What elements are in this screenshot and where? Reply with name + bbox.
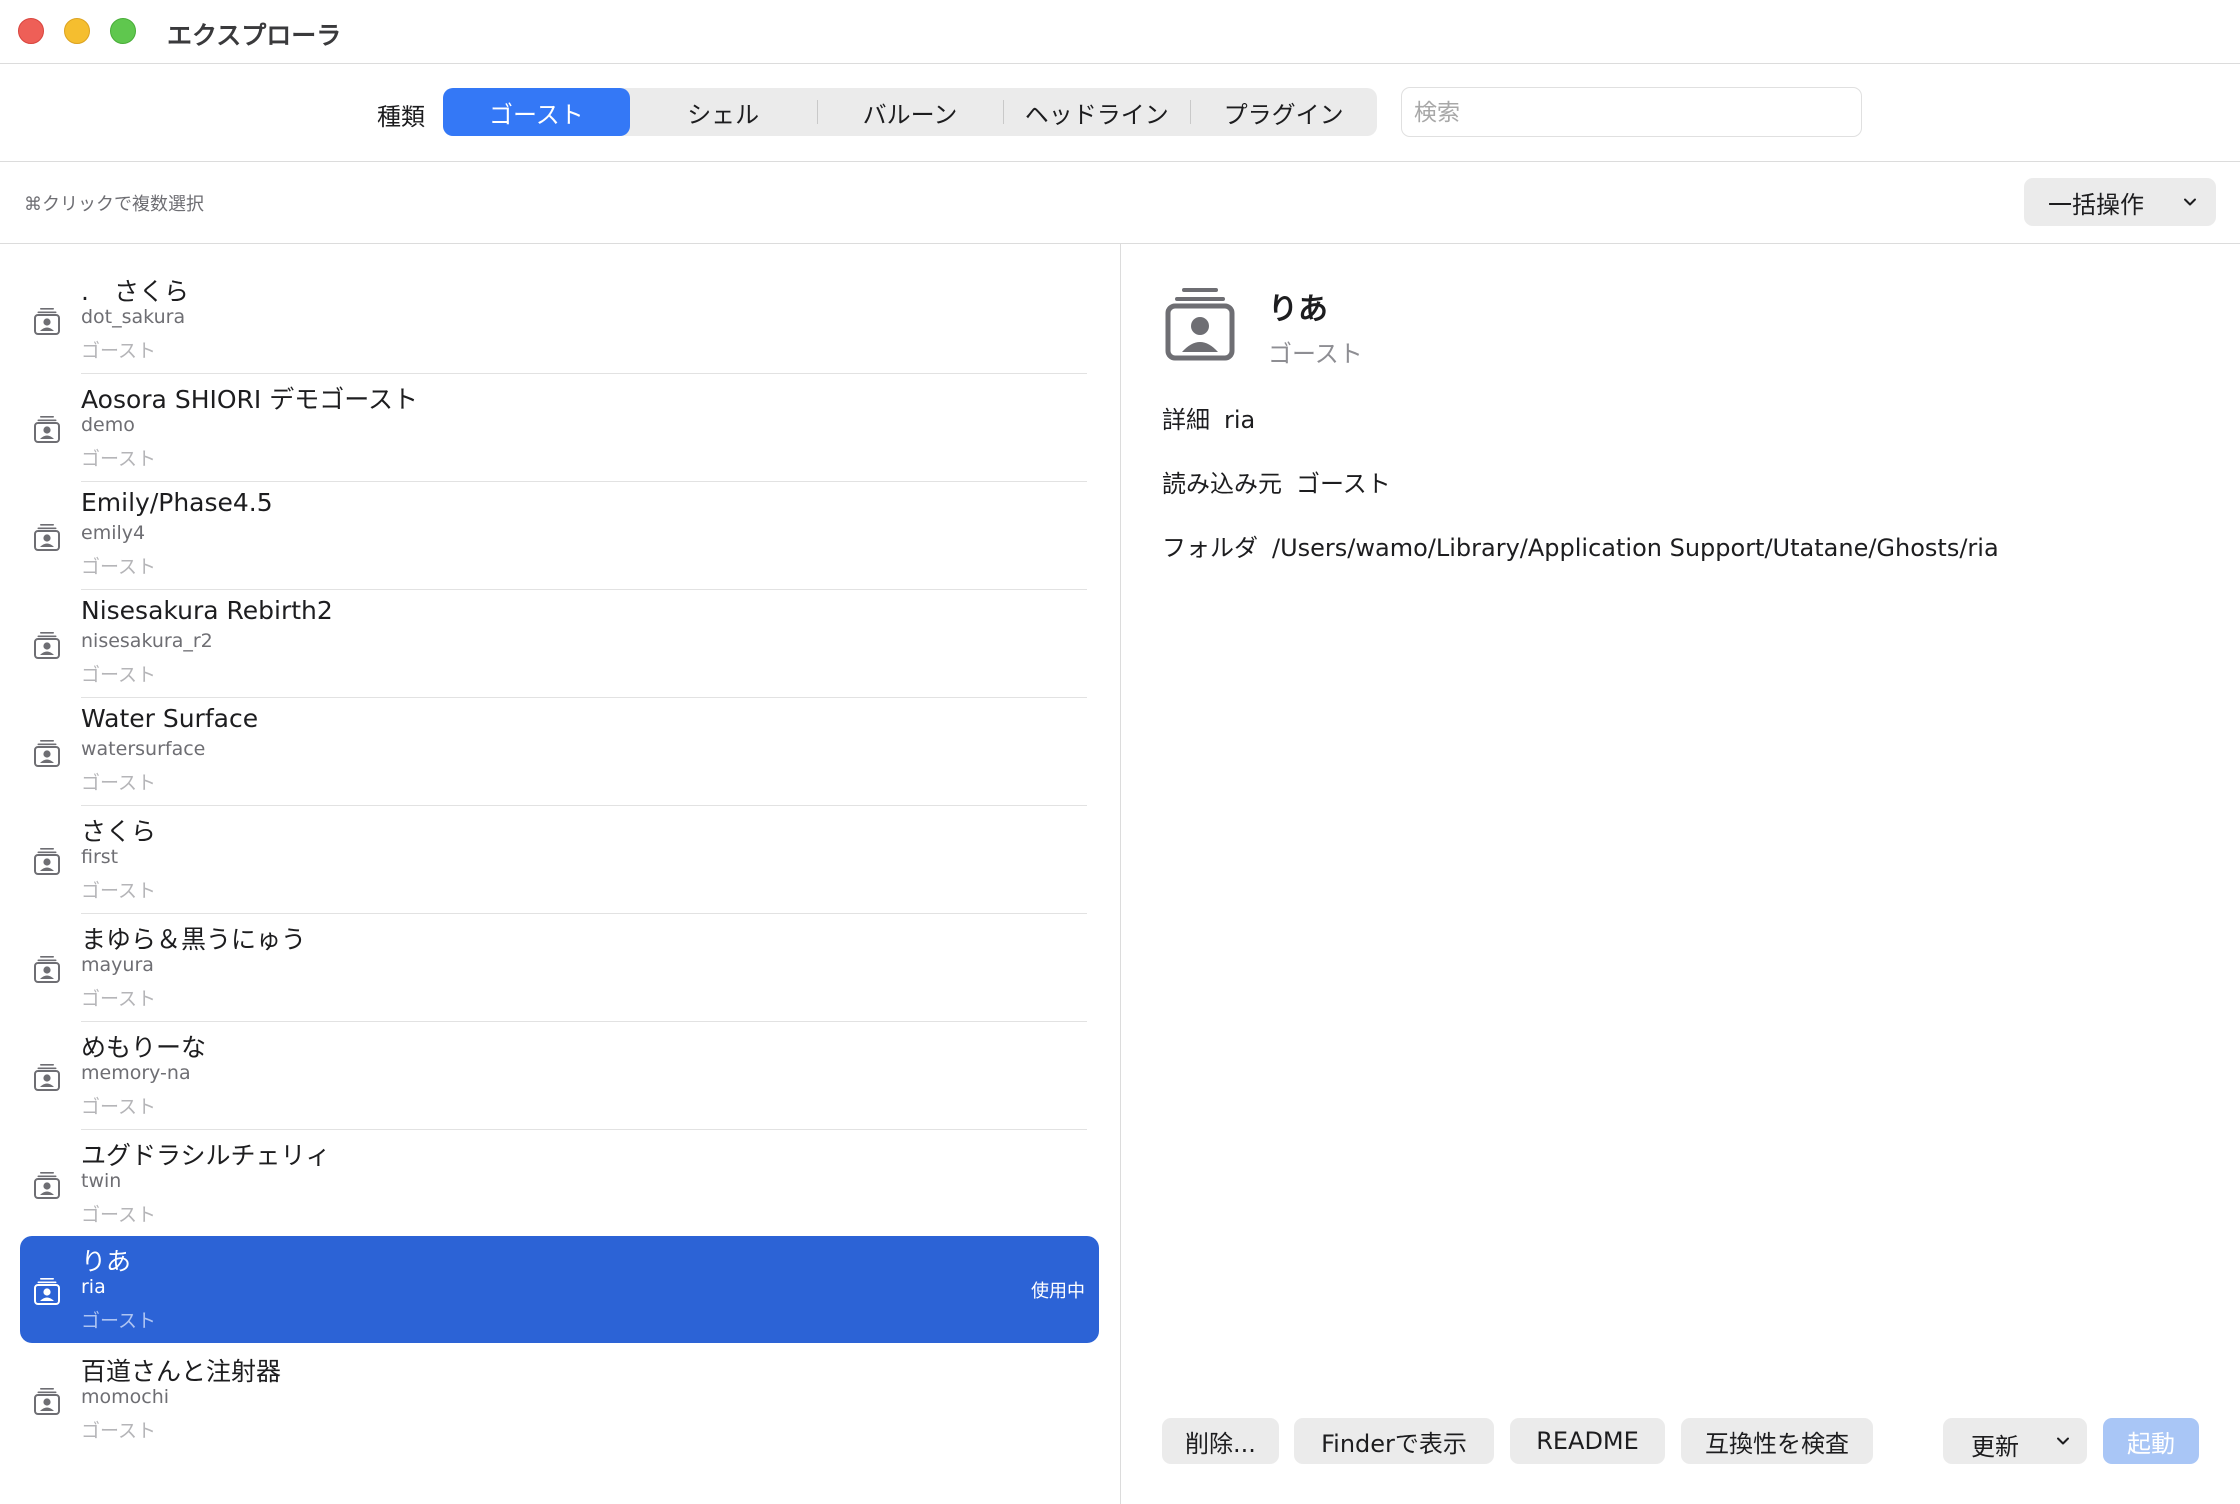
item-name: Emily/Phase4.5 <box>81 488 273 517</box>
in-use-badge: 使用中 <box>1031 1281 1085 1302</box>
selection-bar: ⌘クリックで複数選択 一括操作 <box>0 162 2240 244</box>
ghost-card-icon <box>34 1172 60 1199</box>
list-item[interactable]: Emily/Phase4.5 emily4 ゴースト <box>20 482 1099 590</box>
ghost-card-icon <box>34 740 60 767</box>
list-item[interactable]: 百道さんと注射器 momochi ゴースト <box>20 1346 1099 1453</box>
list-item[interactable]: . さくら dot_sakura ゴースト <box>20 266 1099 374</box>
field-value: ゴースト <box>1296 470 1391 498</box>
item-type: ゴースト <box>81 772 157 794</box>
item-id: mayura <box>81 954 154 976</box>
detail-field-folder: フォルダ/Users/wamo/Library/Application Supp… <box>1162 528 1999 563</box>
item-id: memory-na <box>81 1062 191 1084</box>
list-item[interactable]: めもりーな memory-na ゴースト <box>20 1022 1099 1130</box>
item-name: まゆら＆黒うにゅう <box>81 925 307 954</box>
item-name: Water Surface <box>81 704 259 733</box>
zoom-window-button[interactable] <box>110 18 136 44</box>
list-item[interactable]: まゆら＆黒うにゅう mayura ゴースト <box>20 914 1099 1022</box>
detail-field-source: 読み込み元 ゴースト <box>1162 464 1391 499</box>
toolbar: 種類 ゴースト シェル バルーン ヘッドライン プラグイン <box>0 64 2240 162</box>
item-type: ゴースト <box>81 1096 157 1118</box>
search-input[interactable] <box>1401 87 1862 137</box>
item-type: ゴースト <box>81 340 157 362</box>
list-item[interactable]: ユグドラシルチェリィ twin ゴースト <box>20 1130 1099 1238</box>
segment-shell[interactable]: シェル <box>630 88 817 136</box>
ghost-card-icon <box>34 1064 60 1091</box>
kind-segmented-control: ゴースト シェル バルーン ヘッドライン プラグイン <box>443 88 1377 136</box>
item-type: ゴースト <box>81 988 157 1010</box>
item-name: ユグドラシルチェリィ <box>81 1141 331 1170</box>
kind-label: 種類 <box>377 103 425 131</box>
update-button[interactable]: 更新 <box>1943 1418 2087 1464</box>
list-item-selected[interactable]: りあ ria ゴースト 使用中 <box>20 1236 1099 1343</box>
field-label: フォルダ <box>1162 534 1258 562</box>
window-title: エクスプローラ <box>167 21 342 50</box>
item-type: ゴースト <box>81 448 157 470</box>
detail-pane: りあ ゴースト 詳細 ria 読み込み元 ゴースト フォルダ/Users/wamo/… <box>1121 244 2240 1504</box>
check-compatibility-button[interactable]: 互換性を検査 <box>1681 1418 1873 1464</box>
field-label: 詳細 <box>1162 406 1210 434</box>
delete-button[interactable]: 削除... <box>1162 1418 1279 1464</box>
ghost-card-icon <box>1165 288 1235 361</box>
item-id: first <box>81 846 119 868</box>
detail-type: ゴースト <box>1268 340 1363 368</box>
readme-button[interactable]: README <box>1510 1418 1665 1464</box>
segment-balloon[interactable]: バルーン <box>816 88 1004 136</box>
multi-select-hint: ⌘クリックで複数選択 <box>24 194 204 215</box>
item-id: momochi <box>81 1386 170 1408</box>
item-type: ゴースト <box>81 1420 157 1442</box>
field-value: /Users/wamo/Library/Application Support/… <box>1272 534 1999 562</box>
title-bar: エクスプローラ <box>0 0 2240 64</box>
minimize-window-button[interactable] <box>64 18 90 44</box>
ghost-card-icon <box>34 1278 60 1305</box>
item-name: Nisesakura Rebirth2 <box>81 596 333 625</box>
item-name: 百道さんと注射器 <box>81 1357 282 1386</box>
ghost-card-icon <box>34 848 60 875</box>
item-id: ria <box>81 1276 106 1298</box>
item-id: nisesakura_r2 <box>81 630 213 652</box>
launch-button[interactable]: 起動 <box>2103 1418 2199 1464</box>
item-name: めもりーな <box>81 1033 207 1062</box>
list-item[interactable]: さくら first ゴースト <box>20 806 1099 914</box>
item-id: twin <box>81 1170 122 1192</box>
item-id: dot_sakura <box>81 306 186 328</box>
item-type: ゴースト <box>81 1310 157 1332</box>
item-id: demo <box>81 414 135 436</box>
item-type: ゴースト <box>81 880 157 902</box>
segment-plugin[interactable]: プラグイン <box>1190 88 1377 136</box>
show-in-finder-button[interactable]: Finderで表示 <box>1294 1418 1494 1464</box>
bulk-action-label: 一括操作 <box>2048 190 2144 219</box>
list-item[interactable]: Nisesakura Rebirth2 nisesakura_r2 ゴースト <box>20 590 1099 698</box>
field-value: ria <box>1224 406 1256 434</box>
item-name: さくら <box>81 817 157 846</box>
item-type: ゴースト <box>81 664 157 686</box>
list-item[interactable]: Water Surface watersurface ゴースト <box>20 698 1099 806</box>
list-item[interactable]: Aosora SHIORI デモゴースト demo ゴースト <box>20 374 1099 482</box>
ghost-card-icon <box>34 1388 60 1415</box>
item-name: Aosora SHIORI デモゴースト <box>81 385 418 414</box>
ghost-card-icon <box>34 632 60 659</box>
item-name: りあ <box>81 1247 132 1276</box>
segment-ghost[interactable]: ゴースト <box>443 88 630 136</box>
detail-field-description: 詳細 ria <box>1162 400 1255 435</box>
bulk-action-button[interactable]: 一括操作 <box>2024 178 2216 226</box>
segment-headline[interactable]: ヘッドライン <box>1003 88 1190 136</box>
chevron-down-icon <box>2184 198 2196 206</box>
ghost-card-icon <box>34 524 60 551</box>
ghost-card-icon <box>34 416 60 443</box>
ghost-card-icon <box>34 308 60 335</box>
detail-title: りあ <box>1268 292 1328 327</box>
close-window-button[interactable] <box>18 18 44 44</box>
item-id: watersurface <box>81 738 206 760</box>
item-id: emily4 <box>81 522 146 544</box>
chevron-down-icon <box>2057 1437 2069 1445</box>
item-name: . さくら <box>81 277 189 306</box>
update-label: 更新 <box>1971 1433 2019 1461</box>
item-type: ゴースト <box>81 556 157 578</box>
ghost-card-icon <box>34 956 60 983</box>
item-type: ゴースト <box>81 1204 157 1226</box>
ghost-list: . さくら dot_sakura ゴースト Aosora SHIORI デモゴー… <box>0 244 1121 1504</box>
field-label: 読み込み元 <box>1162 470 1282 498</box>
